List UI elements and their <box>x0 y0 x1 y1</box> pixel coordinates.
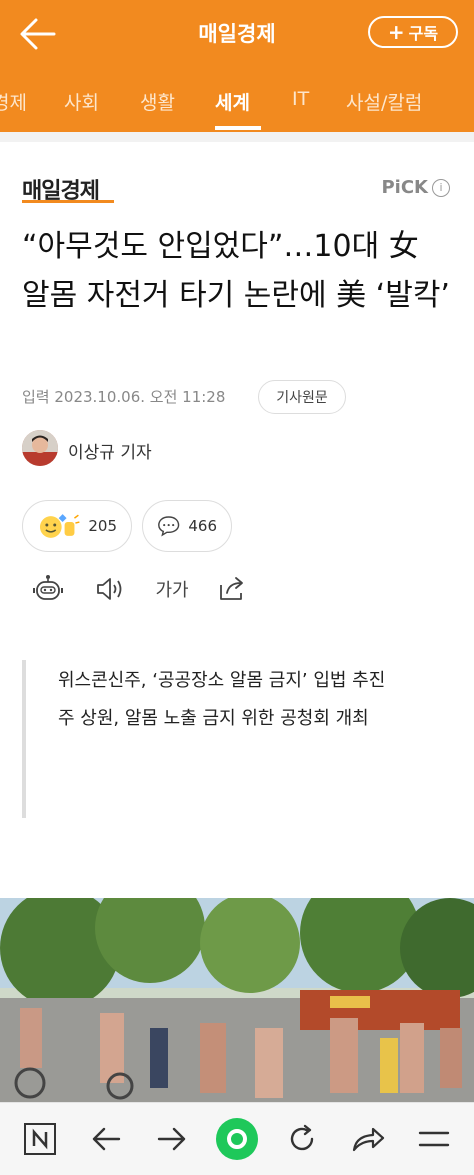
share-arrow-icon <box>352 1127 385 1152</box>
nav-tab-society[interactable]: 사회 <box>64 88 99 115</box>
plus-icon: + <box>387 20 405 44</box>
article-summary: 위스콘신주, ‘공공장소 알몸 금지’ 입법 추진 주 상원, 알몸 노출 금지… <box>58 662 418 738</box>
nav-tab-world[interactable]: 세계 <box>215 88 250 115</box>
font-size-button[interactable]: 가가 <box>152 572 192 606</box>
publish-date: 입력 2023.10.06. 오전 11:28 <box>22 388 226 406</box>
article-headline: “아무것도 안입었다”…10대 女 알몸 자전거 타기 논란에 美 ‘발칵’ <box>22 229 450 313</box>
share-icon <box>220 577 243 600</box>
article-photo[interactable] <box>0 898 474 1102</box>
arrow-left-icon <box>92 1127 121 1151</box>
hamburger-menu-icon <box>418 1131 450 1147</box>
summary-line: 주 상원, 알몸 노출 금지 위한 공청회 개최 <box>58 708 369 729</box>
browser-forward-button[interactable] <box>150 1117 194 1161</box>
active-tab-indicator <box>215 126 261 130</box>
speaker-icon <box>97 578 122 600</box>
section-divider <box>0 132 474 142</box>
logo-underline <box>22 200 114 203</box>
original-article-button[interactable]: 기사원문 <box>258 380 346 414</box>
naver-n-icon <box>24 1123 56 1155</box>
menu-button[interactable] <box>412 1117 456 1161</box>
browser-back-button[interactable] <box>84 1117 128 1161</box>
smile-emoji-icon <box>39 514 80 538</box>
category-nav: 경제 사회 생활 세계 IT 사설/칼럼 <box>0 68 474 132</box>
top-app-bar: 매일경제 + 구독 <box>0 0 474 68</box>
pick-label: PiCK <box>381 177 428 198</box>
subscribe-label: 구독 <box>408 24 439 43</box>
nav-tab-life[interactable]: 생활 <box>140 88 175 115</box>
summary-line: 위스콘신주, ‘공공장소 알몸 금지’ 입법 추진 <box>58 670 386 691</box>
font-size-label: 가가 <box>155 580 189 601</box>
bottom-navigation-bar <box>0 1102 474 1175</box>
green-dot-icon <box>216 1118 258 1160</box>
share-button[interactable] <box>216 572 248 606</box>
comment-button[interactable]: 466 <box>142 500 232 552</box>
reaction-count: 205 <box>88 517 117 535</box>
reaction-button[interactable]: 205 <box>22 500 132 552</box>
refresh-button[interactable] <box>280 1117 324 1161</box>
reporter-name[interactable]: 이상규 기자 <box>68 438 152 463</box>
arrow-right-icon <box>157 1127 186 1151</box>
pick-badge[interactable]: PiCK i <box>381 177 450 198</box>
summary-quote-bar <box>22 660 26 818</box>
nav-tab-opinion[interactable]: 사설/칼럼 <box>346 88 422 115</box>
info-icon: i <box>432 178 450 197</box>
audio-button[interactable] <box>94 572 126 606</box>
speech-bubble-icon <box>158 516 180 537</box>
refresh-icon <box>290 1124 314 1151</box>
nav-tab-economy[interactable]: 경제 <box>0 88 27 115</box>
green-home-button[interactable] <box>215 1117 259 1161</box>
reporter-avatar[interactable] <box>22 430 58 466</box>
robot-icon <box>33 575 63 600</box>
nav-tab-it[interactable]: IT <box>292 88 309 110</box>
share-page-button[interactable] <box>346 1117 390 1161</box>
tts-button[interactable] <box>32 572 64 606</box>
subscribe-button[interactable]: + 구독 <box>368 16 458 48</box>
comment-count: 466 <box>188 517 217 535</box>
naver-home-button[interactable] <box>18 1117 62 1161</box>
